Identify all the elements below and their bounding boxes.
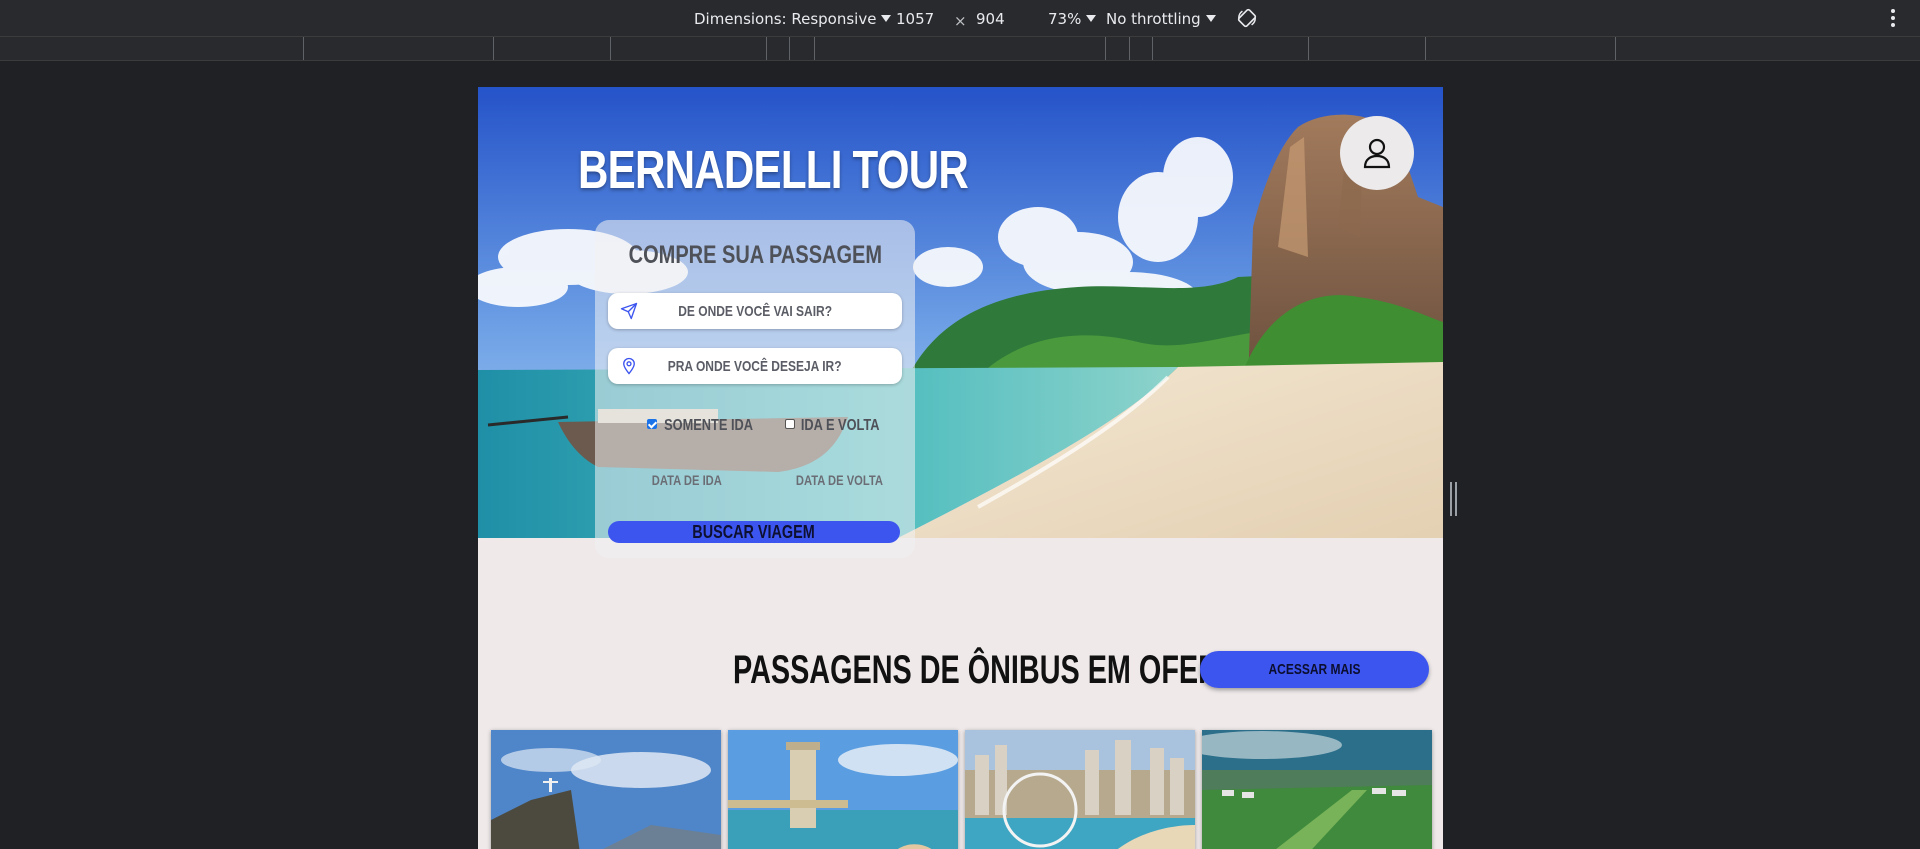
chevron-down-icon — [1086, 15, 1097, 22]
view-more-button[interactable]: ACESSAR MAIS — [1200, 651, 1429, 688]
destination-input[interactable]: PRA ONDE VOCÊ DESEJA IR? — [608, 348, 902, 384]
rotate-device-icon[interactable] — [1236, 7, 1258, 29]
times-icon: × — [954, 12, 967, 30]
profile-button[interactable] — [1340, 116, 1414, 190]
more-vertical-icon[interactable] — [1890, 9, 1896, 29]
salvador-photo — [728, 730, 958, 849]
balneario-photo — [965, 730, 1195, 849]
height-input[interactable]: 904 — [976, 10, 1005, 28]
chevron-down-icon — [1205, 15, 1216, 22]
form-title: COMPRE SUA PASSAGEM — [628, 241, 882, 269]
destination-placeholder: PRA ONDE VOCÊ DESEJA IR? — [668, 358, 842, 375]
zoom-label: 73% — [1048, 10, 1082, 28]
brasilia-photo — [1202, 730, 1432, 849]
media-query-ruler — [0, 37, 1920, 61]
viewport-resize-handle[interactable] — [1450, 482, 1458, 516]
brand-title: BERNADELLI TOUR — [578, 140, 969, 200]
chevron-down-icon — [881, 15, 892, 22]
throttling-dropdown[interactable]: No throttling — [1106, 10, 1216, 28]
dimensions-label: Dimensions: Responsive — [694, 10, 877, 28]
round-trip-label: IDA E VOLTA — [800, 417, 880, 434]
offer-card-balneario[interactable] — [965, 730, 1195, 849]
origin-placeholder: DE ONDE VOCÊ VAI SAIR? — [678, 303, 832, 320]
booking-form: COMPRE SUA PASSAGEM DE ONDE VOCÊ VAI SAI… — [595, 220, 915, 558]
emulated-viewport: BERNADELLI TOUR COMPRE SUA PASSAGEM DE O… — [478, 87, 1443, 849]
user-icon — [1363, 138, 1391, 169]
devtools-device-toolbar: Dimensions: Responsive 1057 × 904 73% No… — [0, 0, 1920, 37]
offer-card-rio[interactable] — [491, 730, 721, 849]
zoom-dropdown[interactable]: 73% — [1048, 10, 1097, 28]
dimensions-dropdown[interactable]: Dimensions: Responsive — [694, 10, 892, 28]
origin-input[interactable]: DE ONDE VOCÊ VAI SAIR? — [608, 293, 902, 329]
search-trip-button[interactable]: BUSCAR VIAGEM — [608, 521, 900, 543]
return-date-label[interactable]: DATA DE VOLTA — [785, 472, 894, 489]
width-input[interactable]: 1057 — [896, 10, 934, 28]
throttling-label: No throttling — [1106, 10, 1201, 28]
rio-photo — [491, 730, 721, 849]
offer-card-salvador[interactable] — [728, 730, 958, 849]
offer-card-brasilia[interactable] — [1202, 730, 1432, 849]
departure-date-label[interactable]: DATA DE IDA — [643, 472, 731, 489]
one-way-label: SOMENTE IDA — [664, 417, 754, 434]
